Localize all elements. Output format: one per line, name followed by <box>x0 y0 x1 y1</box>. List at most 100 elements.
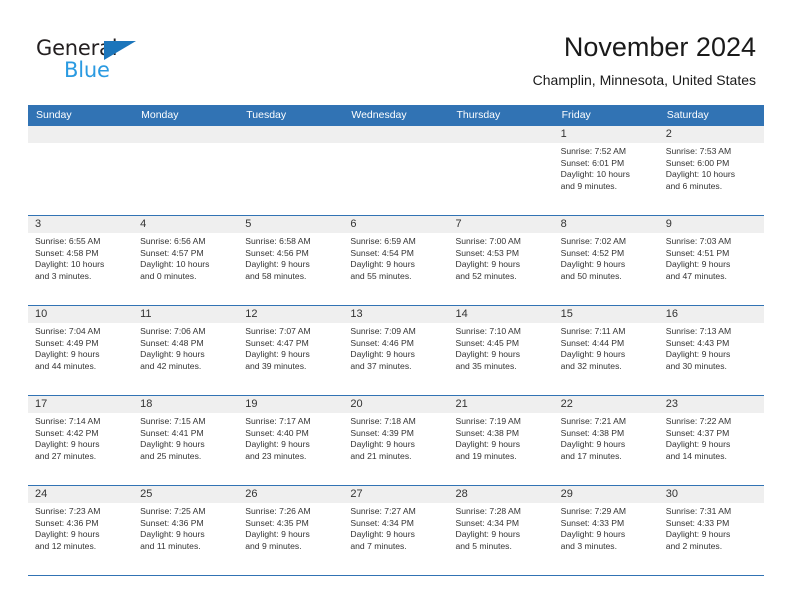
day-info <box>449 143 554 146</box>
day-info: Sunrise: 7:28 AM Sunset: 4:34 PM Dayligh… <box>449 503 554 552</box>
calendar-grid: Sunday Monday Tuesday Wednesday Thursday… <box>28 105 764 576</box>
day-info: Sunrise: 6:59 AM Sunset: 4:54 PM Dayligh… <box>343 233 448 282</box>
day-number: 4 <box>133 216 239 233</box>
weekday-header-saturday: Saturday <box>666 109 709 121</box>
day-cell[interactable]: 2 Sunrise: 7:53 AM Sunset: 6:00 PM Dayli… <box>658 126 764 215</box>
day-info: Sunrise: 7:03 AM Sunset: 4:51 PM Dayligh… <box>659 233 764 282</box>
day-cell[interactable]: 9 Sunrise: 7:03 AM Sunset: 4:51 PM Dayli… <box>658 216 764 305</box>
day-cell[interactable]: 14 Sunrise: 7:10 AM Sunset: 4:45 PM Dayl… <box>448 306 554 395</box>
daylight-text-line1: Daylight: 10 hours <box>35 259 105 270</box>
day-info: Sunrise: 7:21 AM Sunset: 4:38 PM Dayligh… <box>554 413 659 462</box>
day-number <box>448 126 554 143</box>
sunrise-text: Sunrise: 7:28 AM <box>455 506 521 516</box>
sunrise-text: Sunrise: 6:56 AM <box>140 236 206 246</box>
day-cell[interactable]: 5 Sunrise: 6:58 AM Sunset: 4:56 PM Dayli… <box>238 216 344 305</box>
weekday-header-wednesday: Wednesday <box>351 109 407 121</box>
sunrise-text: Sunrise: 7:53 AM <box>665 146 732 156</box>
day-cell[interactable]: 20 Sunrise: 7:18 AM Sunset: 4:39 PM Dayl… <box>343 396 449 485</box>
day-cell[interactable]: 1 Sunrise: 7:52 AM Sunset: 6:01 PM Dayli… <box>553 126 659 215</box>
daylight-text-line1: Daylight: 9 hours <box>35 439 100 450</box>
daylight-text-line2: and 42 minutes. <box>140 360 202 371</box>
day-cell[interactable]: 24 Sunrise: 7:23 AM Sunset: 4:36 PM Dayl… <box>28 486 134 575</box>
sunrise-text: Sunrise: 7:19 AM <box>455 416 521 426</box>
day-cell[interactable]: 10 Sunrise: 7:04 AM Sunset: 4:49 PM Dayl… <box>28 306 134 395</box>
day-cell[interactable]: 23 Sunrise: 7:22 AM Sunset: 4:37 PM Dayl… <box>658 396 764 485</box>
day-cell[interactable]: 6 Sunrise: 6:59 AM Sunset: 4:54 PM Dayli… <box>343 216 449 305</box>
sunrise-text: Sunrise: 7:02 AM <box>560 236 627 246</box>
week-row: 1 Sunrise: 7:52 AM Sunset: 6:01 PM Dayli… <box>28 126 764 215</box>
day-cell[interactable] <box>343 126 449 215</box>
day-cell[interactable]: 25 Sunrise: 7:25 AM Sunset: 4:36 PM Dayl… <box>133 486 239 575</box>
daylight-text-line1: Daylight: 9 hours <box>560 349 626 360</box>
daylight-text-line2: and 11 minutes. <box>140 540 201 551</box>
day-info: Sunrise: 7:26 AM Sunset: 4:35 PM Dayligh… <box>238 503 343 552</box>
day-cell[interactable]: 26 Sunrise: 7:26 AM Sunset: 4:35 PM Dayl… <box>238 486 344 575</box>
day-cell[interactable]: 3 Sunrise: 6:55 AM Sunset: 4:58 PM Dayli… <box>28 216 134 305</box>
day-cell[interactable]: 4 Sunrise: 6:56 AM Sunset: 4:57 PM Dayli… <box>133 216 239 305</box>
daylight-text-line1: Daylight: 9 hours <box>350 439 415 450</box>
sunset-text: Sunset: 4:46 PM <box>350 337 414 348</box>
day-cell[interactable]: 12 Sunrise: 7:07 AM Sunset: 4:47 PM Dayl… <box>238 306 344 395</box>
day-cell[interactable]: 17 Sunrise: 7:14 AM Sunset: 4:42 PM Dayl… <box>28 396 134 485</box>
day-cell[interactable]: 19 Sunrise: 7:17 AM Sunset: 4:40 PM Dayl… <box>238 396 344 485</box>
sunset-text: Sunset: 4:58 PM <box>35 247 99 258</box>
sunrise-text: Sunrise: 7:26 AM <box>245 506 311 516</box>
day-cell[interactable]: 15 Sunrise: 7:11 AM Sunset: 4:44 PM Dayl… <box>553 306 659 395</box>
daylight-text-line1: Daylight: 9 hours <box>455 259 521 270</box>
day-cell[interactable]: 28 Sunrise: 7:28 AM Sunset: 4:34 PM Dayl… <box>448 486 554 575</box>
day-number <box>238 126 344 143</box>
day-cell[interactable] <box>28 126 134 215</box>
daylight-text-line2: and 55 minutes. <box>350 270 412 281</box>
day-cell[interactable]: 18 Sunrise: 7:15 AM Sunset: 4:41 PM Dayl… <box>133 396 239 485</box>
day-cell[interactable]: 7 Sunrise: 7:00 AM Sunset: 4:53 PM Dayli… <box>448 216 554 305</box>
sunset-text: Sunset: 4:37 PM <box>665 427 730 438</box>
day-number: 2 <box>658 126 764 143</box>
weekday-header-thursday: Thursday <box>456 109 501 121</box>
page-subtitle: Champlin, Minnesota, United States <box>532 72 756 88</box>
day-info: Sunrise: 7:27 AM Sunset: 4:34 PM Dayligh… <box>343 503 448 552</box>
daylight-text-line2: and 50 minutes. <box>560 270 622 281</box>
day-number: 1 <box>553 126 659 143</box>
day-number: 7 <box>448 216 554 233</box>
daylight-text-line2: and 39 minutes. <box>245 360 307 371</box>
general-blue-logo[interactable]: General Blue <box>36 36 166 82</box>
sunrise-text: Sunrise: 7:13 AM <box>665 326 732 336</box>
daylight-text-line1: Daylight: 9 hours <box>350 349 415 360</box>
daylight-text-line1: Daylight: 9 hours <box>455 349 521 360</box>
sunrise-text: Sunrise: 7:23 AM <box>35 506 101 516</box>
day-cell[interactable] <box>133 126 239 215</box>
day-info: Sunrise: 6:56 AM Sunset: 4:57 PM Dayligh… <box>133 233 238 282</box>
day-cell[interactable]: 11 Sunrise: 7:06 AM Sunset: 4:48 PM Dayl… <box>133 306 239 395</box>
day-cell[interactable] <box>448 126 554 215</box>
day-number: 11 <box>133 306 239 323</box>
day-info: Sunrise: 7:04 AM Sunset: 4:49 PM Dayligh… <box>28 323 133 372</box>
daylight-text-line1: Daylight: 9 hours <box>560 259 626 270</box>
daylight-text-line2: and 47 minutes. <box>665 270 727 281</box>
logo-text-blue: Blue <box>64 58 110 82</box>
weekday-header-monday: Monday <box>141 109 179 121</box>
sunset-text: Sunset: 4:53 PM <box>455 247 520 258</box>
day-cell[interactable]: 13 Sunrise: 7:09 AM Sunset: 4:46 PM Dayl… <box>343 306 449 395</box>
day-cell[interactable]: 16 Sunrise: 7:13 AM Sunset: 4:43 PM Dayl… <box>658 306 764 395</box>
day-cell[interactable] <box>238 126 344 215</box>
day-number: 20 <box>343 396 449 413</box>
day-number <box>28 126 134 143</box>
day-cell[interactable]: 29 Sunrise: 7:29 AM Sunset: 4:33 PM Dayl… <box>553 486 659 575</box>
daylight-text-line1: Daylight: 9 hours <box>245 439 310 450</box>
daylight-text-line2: and 7 minutes. <box>350 540 407 551</box>
sunrise-text: Sunrise: 7:06 AM <box>140 326 206 336</box>
sunset-text: Sunset: 4:33 PM <box>665 517 730 528</box>
day-info: Sunrise: 7:15 AM Sunset: 4:41 PM Dayligh… <box>133 413 238 462</box>
day-cell[interactable]: 21 Sunrise: 7:19 AM Sunset: 4:38 PM Dayl… <box>448 396 554 485</box>
sunrise-text: Sunrise: 6:59 AM <box>350 236 416 246</box>
week-row: 10 Sunrise: 7:04 AM Sunset: 4:49 PM Dayl… <box>28 305 764 395</box>
day-cell[interactable]: 22 Sunrise: 7:21 AM Sunset: 4:38 PM Dayl… <box>553 396 659 485</box>
weekday-header-row: Sunday Monday Tuesday Wednesday Thursday… <box>28 105 764 126</box>
sunrise-text: Sunrise: 7:09 AM <box>350 326 416 336</box>
day-cell[interactable]: 30 Sunrise: 7:31 AM Sunset: 4:33 PM Dayl… <box>658 486 764 575</box>
day-info: Sunrise: 7:06 AM Sunset: 4:48 PM Dayligh… <box>133 323 238 372</box>
day-cell[interactable]: 8 Sunrise: 7:02 AM Sunset: 4:52 PM Dayli… <box>553 216 659 305</box>
day-number: 13 <box>343 306 449 323</box>
weekday-header-sunday: Sunday <box>36 109 72 121</box>
day-cell[interactable]: 27 Sunrise: 7:27 AM Sunset: 4:34 PM Dayl… <box>343 486 449 575</box>
